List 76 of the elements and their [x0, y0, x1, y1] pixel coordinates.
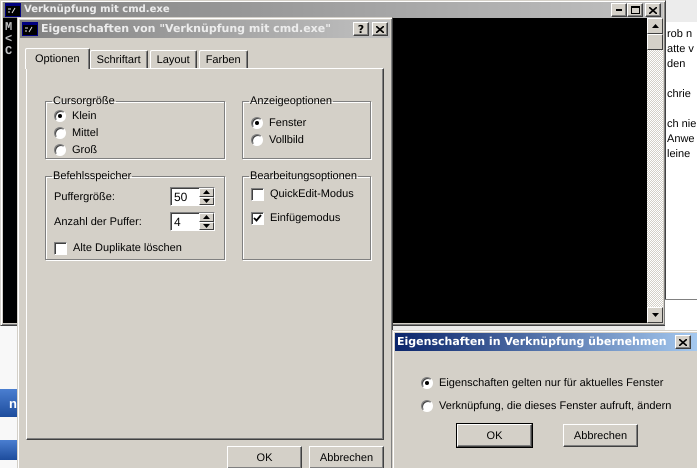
radio-label: Fenster [269, 116, 306, 128]
scroll-up-button[interactable] [647, 18, 663, 34]
help-button[interactable]: ? [353, 22, 369, 36]
close-button[interactable] [372, 22, 388, 36]
radio-button[interactable] [421, 376, 433, 388]
maximize-icon [630, 6, 640, 14]
minimize-button[interactable] [611, 3, 627, 17]
down-arrow-icon [652, 313, 658, 317]
dialog-button[interactable]: Abbrechen [563, 424, 638, 447]
dialog-button[interactable]: Abbrechen [309, 446, 384, 468]
radio-label: Klein [72, 110, 96, 122]
radio-button[interactable] [251, 134, 263, 146]
checkbox[interactable] [251, 188, 264, 200]
console-text: C [5, 45, 12, 57]
dialog-title: Eigenschaften von "Verknüpfung mit cmd.exe" [41, 23, 332, 35]
up-arrow-icon [203, 215, 210, 220]
radio-label: Groß [72, 144, 98, 156]
document-text: chrie [666, 88, 691, 102]
checkbox[interactable] [54, 242, 67, 254]
dialog-button[interactable]: OK [457, 424, 532, 447]
radio-button[interactable] [251, 116, 263, 128]
radio-button[interactable] [54, 144, 66, 156]
group-title: Cursorgröße [52, 95, 116, 107]
document-text: den [666, 58, 686, 72]
document-text: ch nie [666, 118, 696, 132]
group-title: Befehlsspeicher [52, 170, 132, 182]
console-text: M [5, 21, 12, 33]
spin-up-button[interactable] [199, 188, 214, 196]
header-text: n [9, 396, 17, 410]
tab[interactable]: Farben [198, 50, 248, 68]
checkbox-label: QuickEdit-Modus [270, 188, 354, 200]
document-text: rob n [666, 28, 692, 42]
maximize-button[interactable] [627, 3, 643, 17]
field-label: Anzahl der Puffer: [54, 216, 142, 228]
window-header [0, 440, 17, 460]
group-title: Anzeigeoptionen [249, 95, 333, 107]
tab[interactable]: Layout [150, 50, 197, 68]
console-icon [22, 22, 38, 36]
up-arrow-icon [652, 24, 658, 28]
spin-field[interactable]: 50 [170, 187, 215, 206]
radio-label: Verknüpfung, die dieses Fenster aufruft, ändern [439, 400, 672, 412]
scrollbar[interactable] [647, 18, 663, 323]
document-text: Anwe [666, 133, 695, 147]
radio-button[interactable] [421, 400, 433, 412]
radio-button[interactable] [54, 110, 66, 122]
scroll-down-button[interactable] [647, 307, 663, 323]
radio-label: Vollbild [269, 134, 304, 146]
close-icon [376, 26, 384, 32]
document-text: leine [666, 148, 690, 162]
tab[interactable]: Schriftart [90, 50, 148, 68]
radio-label: Eigenschaften gelten nur für aktuelles Fenster [439, 376, 664, 388]
close-button[interactable] [675, 335, 691, 349]
dialog-title: Eigenschaften in Verknüpfung übernehmen [397, 336, 668, 348]
tab[interactable]: Optionen [25, 48, 90, 69]
scroll-thumb[interactable] [647, 34, 663, 50]
checkbox-label: Alte Duplikate löschen [73, 242, 182, 254]
console-text: < [5, 33, 12, 45]
radio-button[interactable] [54, 126, 66, 138]
down-arrow-icon [203, 224, 210, 228]
spin-field[interactable]: 4 [170, 212, 215, 231]
radio-label: Mittel [72, 126, 98, 138]
document-text: atte v [666, 43, 694, 57]
down-arrow-icon [203, 198, 210, 203]
window-title: Verknüpfung mit cmd.exe [24, 4, 171, 16]
close-button[interactable] [645, 3, 661, 17]
checkbox-label: Einfügemodus [270, 212, 340, 224]
up-arrow-icon [203, 190, 210, 194]
group-title: Bearbeitungsoptionen [249, 170, 358, 182]
dialog-button[interactable]: OK [227, 446, 302, 468]
close-icon [649, 6, 657, 14]
checkmark-icon [253, 214, 262, 222]
spin-up-button[interactable] [199, 213, 214, 222]
field-label: Puffergröße: [54, 190, 115, 202]
checkbox[interactable] [251, 212, 264, 224]
close-icon [679, 338, 687, 346]
minimize-icon [616, 9, 622, 11]
